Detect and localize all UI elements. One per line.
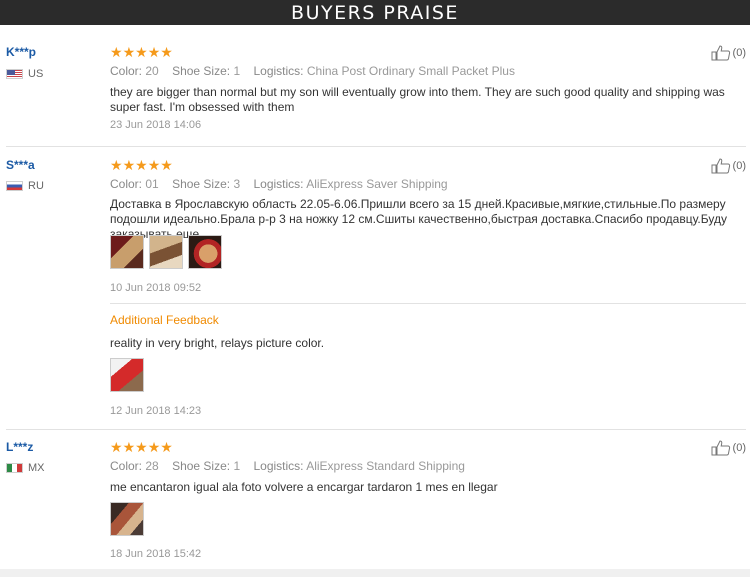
reviewer-name[interactable]: S***a: [6, 158, 35, 172]
review-attributes: Color: 01 Shoe Size: 3 Logistics: AliExp…: [110, 177, 458, 191]
star-icon: ★: [135, 44, 148, 60]
star-rating: ★★★★★: [110, 45, 173, 59]
color-label: Color:: [110, 64, 143, 78]
thumbs-up-icon: [711, 158, 730, 174]
helpful-button[interactable]: (0): [711, 158, 746, 174]
additional-feedback-text: reality in very bright, relays picture c…: [110, 336, 325, 350]
shoe-size-label: Shoe Size:: [172, 64, 231, 78]
thumbs-up-icon: [711, 45, 730, 61]
review-photos: [110, 235, 222, 269]
star-rating: ★★★★★: [110, 158, 173, 172]
star-icon: ★: [110, 44, 123, 60]
review-text: they are bigger than normal but my son w…: [110, 85, 725, 114]
page-bottom-bar: [0, 569, 750, 577]
additional-feedback-label: Additional Feedback: [110, 313, 219, 327]
reviewer-country: US: [6, 68, 43, 80]
review-photo-thumbnail[interactable]: [110, 502, 144, 536]
banner-title: BUYERS PRAISE: [291, 1, 459, 24]
review-date: 10 Jun 2018 09:52: [110, 282, 202, 294]
helpful-count: (0): [732, 160, 746, 172]
review-photo-thumbnail[interactable]: [188, 235, 222, 269]
review-photo-thumbnail[interactable]: [110, 235, 144, 269]
country-code: MX: [28, 462, 45, 474]
reviewer-country: MX: [6, 462, 45, 474]
review-text: me encantaron igual ala foto volvere a e…: [110, 480, 498, 494]
review-date: 18 Jun 2018 15:42: [110, 548, 202, 560]
star-icon: ★: [160, 44, 173, 60]
review-attributes: Color: 20 Shoe Size: 1 Logistics: China …: [110, 64, 525, 78]
review-divider: [6, 429, 746, 430]
helpful-button[interactable]: (0): [711, 440, 746, 456]
mx-flag-icon: [6, 463, 23, 473]
additional-feedback-date: 12 Jun 2018 14:23: [110, 405, 202, 417]
helpful-button[interactable]: (0): [711, 45, 746, 61]
country-code: RU: [28, 180, 44, 192]
logistics-value: China Post Ordinary Small Packet Plus: [306, 64, 515, 78]
color-label: Color:: [110, 177, 143, 191]
star-icon: ★: [147, 157, 161, 173]
buyers-praise-banner: BUYERS PRAISE: [0, 0, 750, 25]
shoe-size-value: 3: [233, 177, 241, 191]
country-code: US: [28, 68, 44, 80]
star-icon: ★: [110, 157, 123, 173]
helpful-count: (0): [732, 442, 746, 454]
star-icon: ★: [160, 439, 173, 455]
star-icon: ★: [110, 439, 123, 455]
reviewer-name[interactable]: L***z: [6, 440, 33, 454]
reviewer-country: RU: [6, 180, 44, 192]
feedback-divider: [110, 303, 746, 304]
logistics-label: Logistics:: [253, 459, 304, 473]
star-icon: ★: [135, 439, 148, 455]
review-date: 23 Jun 2018 14:06: [110, 119, 202, 131]
thumbs-up-icon: [711, 440, 730, 456]
review-photo-thumbnail[interactable]: [110, 358, 144, 392]
star-icon: ★: [122, 44, 136, 60]
star-icon: ★: [122, 439, 136, 455]
logistics-label: Logistics:: [253, 177, 304, 191]
color-value: 01: [145, 177, 159, 191]
color-value: 20: [145, 64, 159, 78]
additional-feedback-photos: [110, 358, 144, 392]
shoe-size-label: Shoe Size:: [172, 177, 231, 191]
star-rating: ★★★★★: [110, 440, 173, 454]
color-label: Color:: [110, 459, 143, 473]
reviewer-name[interactable]: K***p: [6, 45, 36, 59]
logistics-value: AliExpress Standard Shipping: [306, 459, 465, 473]
review-attributes: Color: 28 Shoe Size: 1 Logistics: AliExp…: [110, 459, 475, 473]
helpful-count: (0): [732, 47, 746, 59]
star-icon: ★: [160, 157, 173, 173]
shoe-size-label: Shoe Size:: [172, 459, 231, 473]
review-photo-thumbnail[interactable]: [149, 235, 183, 269]
ru-flag-icon: [6, 181, 23, 191]
star-icon: ★: [147, 439, 161, 455]
star-icon: ★: [135, 157, 148, 173]
review-photos: [110, 502, 144, 536]
logistics-label: Logistics:: [253, 64, 304, 78]
star-icon: ★: [147, 44, 161, 60]
us-flag-icon: [6, 69, 23, 79]
review-divider: [6, 146, 746, 147]
logistics-value: AliExpress Saver Shipping: [306, 177, 448, 191]
star-icon: ★: [122, 157, 136, 173]
color-value: 28: [145, 459, 159, 473]
shoe-size-value: 1: [233, 459, 241, 473]
shoe-size-value: 1: [233, 64, 241, 78]
